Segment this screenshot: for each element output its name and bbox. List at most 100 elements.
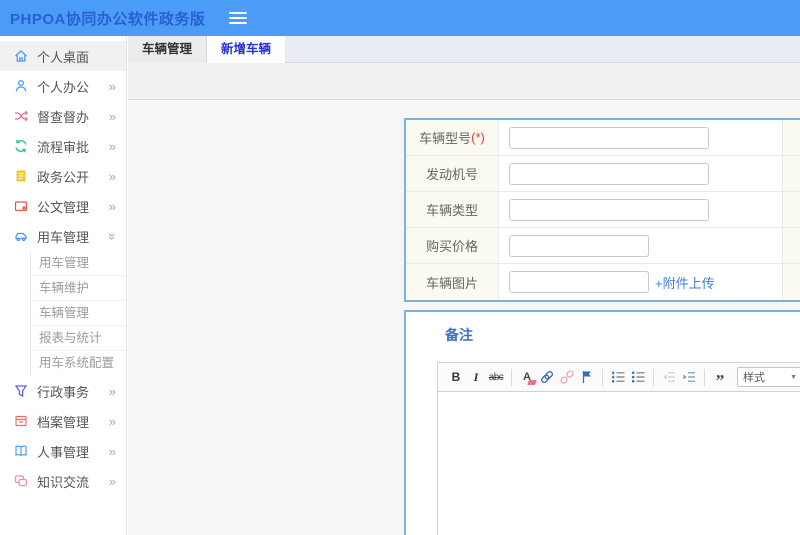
submenu-item-vehicle-use[interactable]: 用车管理 bbox=[31, 251, 126, 276]
form-row-engine-number: 发动机号 bbox=[406, 156, 800, 192]
next-column-stub bbox=[782, 264, 800, 300]
mail-icon bbox=[13, 198, 29, 214]
tab-bar: 车辆管理 新增车辆 bbox=[128, 36, 800, 63]
vehicle-type-input[interactable] bbox=[509, 198, 709, 221]
chevron-right-icon: » bbox=[108, 78, 116, 94]
form-row-vehicle-type: 车辆类型 bbox=[406, 192, 800, 228]
sidebar-item-label: 政务公开 bbox=[37, 169, 90, 185]
vehicle-image-input[interactable] bbox=[509, 271, 649, 293]
form-row-purchase-price: 购买价格 bbox=[406, 228, 800, 264]
toolbar-separator bbox=[653, 368, 654, 386]
engine-number-input[interactable] bbox=[509, 162, 709, 185]
field-label: 发动机号 bbox=[406, 156, 499, 191]
sidebar-item-personal-office[interactable]: 个人办公 » bbox=[0, 71, 126, 101]
sidebar-item-hr-management[interactable]: 人事管理 » bbox=[0, 436, 126, 466]
app-header: PHPOA协同办公软件政务版 bbox=[0, 0, 800, 36]
chevron-down-icon: » bbox=[104, 232, 120, 240]
italic-button[interactable]: I bbox=[466, 367, 486, 387]
shuffle-icon bbox=[13, 108, 29, 124]
styles-dropdown[interactable]: 样式 ▼ bbox=[737, 367, 800, 387]
next-column-stub bbox=[782, 120, 800, 155]
sidebar-item-workflow-approval[interactable]: 流程审批 » bbox=[0, 131, 126, 161]
chevron-right-icon: » bbox=[108, 138, 116, 154]
chevron-right-icon: » bbox=[108, 443, 116, 459]
notes-panel: 备注 B I abc A ” 样式 ▼ bbox=[404, 310, 800, 535]
attachment-upload-link[interactable]: +附件上传 bbox=[655, 273, 715, 292]
sidebar-item-supervision[interactable]: 督查督办 » bbox=[0, 101, 126, 131]
toolbar-strip bbox=[128, 63, 800, 100]
blockquote-button[interactable]: ” bbox=[710, 367, 730, 389]
document-icon bbox=[13, 168, 29, 184]
sidebar-item-label: 人事管理 bbox=[37, 444, 90, 460]
submenu-item-vehicle-admin[interactable]: 车辆管理 bbox=[31, 301, 126, 326]
content-area: 车辆型号 (*) 发动机号 车辆类型 购买价格 车辆图片 +附件上传 备注 B … bbox=[128, 101, 800, 535]
decrease-indent-button[interactable] bbox=[659, 367, 679, 387]
chevron-right-icon: » bbox=[108, 198, 116, 214]
sidebar-item-label: 知识交流 bbox=[37, 474, 90, 490]
chevron-right-icon: » bbox=[108, 168, 116, 184]
sidebar-item-archives-management[interactable]: 档案管理 » bbox=[0, 406, 126, 436]
richtext-editor: B I abc A ” 样式 ▼ bbox=[437, 362, 800, 535]
required-mark: (*) bbox=[471, 130, 485, 145]
sidebar-item-administrative-affairs[interactable]: 行政事务 » bbox=[0, 376, 126, 406]
toolbar-separator bbox=[704, 368, 705, 386]
sidebar-item-label: 用车管理 bbox=[37, 229, 90, 245]
anchor-flag-button[interactable] bbox=[577, 367, 597, 387]
submenu-item-vehicle-maintenance[interactable]: 车辆维护 bbox=[31, 276, 126, 301]
submenu-item-reports-statistics[interactable]: 报表与统计 bbox=[31, 326, 126, 351]
increase-indent-button[interactable] bbox=[679, 367, 699, 387]
dropdown-arrow-icon: ▼ bbox=[790, 373, 797, 381]
sidebar-item-official-documents[interactable]: 公文管理 » bbox=[0, 191, 126, 221]
chevron-right-icon: » bbox=[108, 383, 116, 399]
sidebar-item-label: 督查督办 bbox=[37, 109, 90, 125]
car-icon bbox=[13, 228, 29, 244]
sidebar-item-label: 个人桌面 bbox=[37, 49, 90, 65]
sidebar-item-label: 行政事务 bbox=[37, 384, 90, 400]
sidebar-item-knowledge-exchange[interactable]: 知识交流 » bbox=[0, 466, 126, 496]
strikethrough-button[interactable]: abc bbox=[486, 367, 506, 387]
field-label: 车辆类型 bbox=[406, 192, 499, 227]
form-row-vehicle-model: 车辆型号 (*) bbox=[406, 120, 800, 156]
app-title: PHPOA协同办公软件政务版 bbox=[10, 10, 206, 28]
chevron-right-icon: » bbox=[108, 473, 116, 489]
vehicle-model-input[interactable] bbox=[509, 126, 709, 149]
tab-new-vehicle[interactable]: 新增车辆 bbox=[207, 36, 286, 63]
bullet-list-button[interactable] bbox=[628, 367, 648, 387]
toolbar-separator bbox=[602, 368, 603, 386]
unlink-button[interactable] bbox=[557, 367, 577, 387]
sidebar-item-label: 公文管理 bbox=[37, 199, 90, 215]
submenu-item-vehicle-system-config[interactable]: 用车系统配置 bbox=[31, 351, 126, 376]
sidebar-item-label: 个人办公 bbox=[37, 79, 90, 95]
sidebar-item-label: 流程审批 bbox=[37, 139, 90, 155]
bold-button[interactable]: B bbox=[446, 367, 466, 387]
next-column-stub bbox=[782, 156, 800, 191]
chevron-right-icon: » bbox=[108, 108, 116, 124]
next-column-stub bbox=[782, 192, 800, 227]
sidebar-item-label: 档案管理 bbox=[37, 414, 90, 430]
funnel-icon bbox=[13, 383, 29, 399]
editor-content-area[interactable] bbox=[438, 392, 800, 535]
link-button[interactable] bbox=[537, 367, 557, 387]
chevron-right-icon: » bbox=[108, 413, 116, 429]
next-column-stub bbox=[782, 228, 800, 263]
main-area: 车辆管理 新增车辆 车辆型号 (*) 发动机号 车辆类型 购买价格 车辆图片 +… bbox=[128, 36, 800, 535]
notes-title: 备注 bbox=[445, 327, 473, 343]
remove-format-button[interactable]: A bbox=[517, 367, 537, 387]
tab-vehicle-management[interactable]: 车辆管理 bbox=[128, 36, 208, 63]
sidebar-item-vehicle-management[interactable]: 用车管理 » bbox=[0, 221, 126, 251]
form-row-vehicle-image: 车辆图片 +附件上传 bbox=[406, 264, 800, 300]
sidebar-item-government-disclosure[interactable]: 政务公开 » bbox=[0, 161, 126, 191]
field-label: 购买价格 bbox=[406, 228, 499, 263]
purchase-price-input[interactable] bbox=[509, 234, 649, 257]
home-icon bbox=[13, 48, 29, 64]
chat-icon bbox=[13, 473, 29, 489]
editor-toolbar: B I abc A ” 样式 ▼ bbox=[438, 363, 800, 392]
vehicle-form-panel: 车辆型号 (*) 发动机号 车辆类型 购买价格 车辆图片 +附件上传 bbox=[404, 118, 800, 302]
field-label: 车辆型号 (*) bbox=[406, 120, 499, 155]
sidebar-item-personal-desktop[interactable]: 个人桌面 bbox=[0, 41, 126, 71]
book-icon bbox=[13, 443, 29, 459]
hamburger-menu-icon[interactable] bbox=[229, 9, 248, 27]
toolbar-separator bbox=[511, 368, 512, 386]
styles-dropdown-label: 样式 bbox=[743, 372, 765, 384]
ordered-list-button[interactable] bbox=[608, 367, 628, 387]
